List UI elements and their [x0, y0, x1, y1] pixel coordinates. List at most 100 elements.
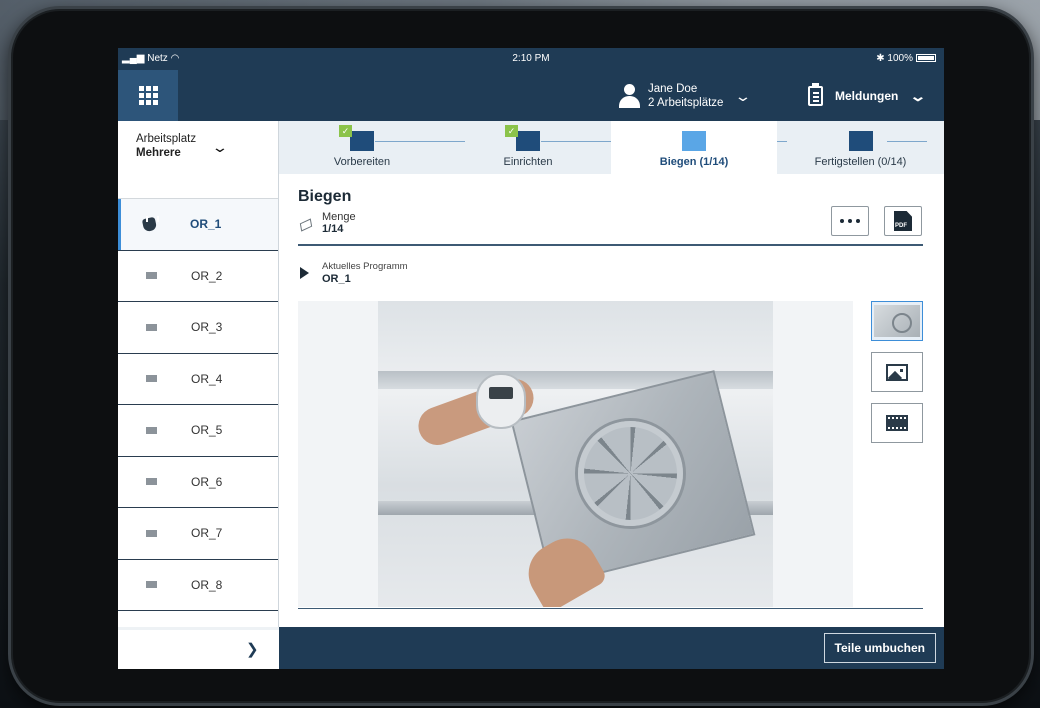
bending-part-photo [378, 301, 773, 607]
dot-icon [856, 219, 860, 223]
status-square-icon [146, 426, 157, 434]
sidebar: Arbeitsplatz Mehrere ⌄ OR_1 OR_2 OR_3 OR… [118, 121, 279, 669]
check-icon: ✓ [505, 125, 518, 137]
step-fertigstellen[interactable]: Fertigstellen (0/14) [777, 121, 944, 174]
media-thumbnails [871, 301, 923, 454]
user-info: Jane Doe 2 Arbeitsplätze [648, 82, 723, 110]
app-menu-button[interactable] [118, 70, 178, 121]
sidebar-item-or-1[interactable]: OR_1 [118, 199, 278, 251]
sidebar-item-or-8[interactable]: OR_8 [118, 560, 278, 611]
sidebar-item-or-3[interactable]: OR_3 [118, 302, 278, 354]
sidebar-item-or-2[interactable]: OR_2 [118, 251, 278, 302]
dot-icon [840, 219, 844, 223]
step-vorbereiten[interactable]: ✓ Vorbereiten [279, 121, 445, 174]
photo-thumbnail-icon [874, 305, 920, 337]
battery-icon [916, 54, 936, 62]
battery-text: 100% [887, 53, 913, 64]
sidebar-item-or-5[interactable]: OR_5 [118, 405, 278, 457]
page-title: Biegen [298, 188, 352, 205]
bottom-action-bar: Teile umbuchen [279, 627, 944, 669]
quantity-label: Menge [322, 211, 356, 223]
step-box [682, 131, 706, 151]
chevron-down-icon: ⌄ [909, 87, 927, 104]
battery-status: ✱ 100% [876, 53, 936, 64]
sidebar-item-label: OR_5 [191, 423, 223, 438]
sidebar-item-label: OR_2 [191, 268, 223, 283]
thumbnail-image[interactable] [871, 352, 923, 392]
program-value: OR_1 [322, 273, 351, 285]
grid-icon [138, 86, 158, 105]
quantity-value: 1/14 [322, 223, 344, 235]
quantity-text: Menge 1/14 [322, 211, 356, 235]
divider [298, 608, 923, 609]
thumbnail-photo[interactable] [871, 301, 923, 341]
workplace-selector[interactable]: Arbeitsplatz Mehrere ⌄ [118, 121, 278, 199]
more-options-button[interactable] [831, 206, 869, 236]
step-box [350, 131, 374, 151]
thumbnail-video[interactable] [871, 403, 923, 443]
step-box [516, 131, 540, 151]
step-biegen[interactable]: Biegen (1/14) [611, 121, 777, 174]
step-label: Vorbereiten [333, 156, 391, 168]
pdf-icon: PDF [894, 211, 912, 231]
program-text: Aktuelles Programm OR_1 [322, 261, 408, 285]
current-program: Aktuelles Programm OR_1 [300, 261, 408, 285]
sidebar-item-label: OR_1 [190, 217, 222, 232]
chevron-right-icon[interactable]: ❯ [246, 640, 259, 658]
app-screen: ▂▄▆ Netz ◠ 2:10 PM ✱ 100% Jane Doe 2 Arb… [118, 48, 944, 669]
divider [298, 244, 923, 246]
quantity-info: Menge 1/14 [299, 211, 356, 235]
sidebar-item-or-4[interactable]: OR_4 [118, 354, 278, 405]
messages-menu[interactable]: Meldungen ⌄ [808, 79, 927, 113]
workplace-value: Mehrere [136, 147, 181, 159]
status-square-icon [146, 478, 157, 486]
dot-icon [848, 219, 852, 223]
user-menu[interactable]: Jane Doe 2 Arbeitsplätze ⌄ [618, 79, 752, 113]
media-viewer [298, 301, 853, 607]
step-label: Fertigstellen (0/14) [814, 156, 907, 168]
angle-gauge-shape [476, 373, 526, 429]
status-square-icon [146, 581, 157, 589]
sidebar-item-label: OR_4 [191, 371, 223, 386]
sheet-stack-icon [299, 218, 313, 232]
sidebar-item-label: OR_8 [191, 577, 223, 592]
workplace-label: Arbeitsplatz [136, 133, 197, 145]
chevron-down-icon: ⌄ [211, 139, 229, 155]
process-steps: ✓ Vorbereiten ✓ Einrichten Biegen (1/14)… [279, 121, 944, 174]
status-square-icon [146, 323, 157, 331]
check-icon: ✓ [339, 125, 352, 137]
clock: 2:10 PM [512, 53, 550, 64]
film-icon [886, 415, 908, 431]
step-einrichten[interactable]: ✓ Einrichten [445, 121, 611, 174]
fan-wheel-shape [578, 421, 683, 526]
sidebar-item-label: OR_7 [191, 526, 223, 541]
step-box [849, 131, 873, 151]
sidebar-item-label: OR_3 [191, 320, 223, 335]
step-label: Biegen (1/14) [659, 156, 729, 168]
hand-icon [142, 216, 159, 232]
pdf-button[interactable]: PDF [884, 206, 922, 236]
image-icon [886, 363, 908, 381]
user-workplaces: 2 Arbeitsplätze [648, 97, 724, 109]
sidebar-item-or-7[interactable]: OR_7 [118, 508, 278, 560]
status-square-icon [146, 375, 157, 383]
play-icon[interactable] [300, 267, 309, 279]
sidebar-item-label: OR_6 [191, 474, 223, 489]
user-name: Jane Doe [648, 83, 698, 95]
status-square-icon [146, 272, 157, 280]
program-label: Aktuelles Programm [322, 261, 408, 272]
status-square-icon [146, 529, 157, 537]
top-navigation: Jane Doe 2 Arbeitsplätze ⌄ Meldungen ⌄ [118, 70, 944, 121]
sidebar-footer: ❯ [118, 627, 279, 669]
status-bar: ▂▄▆ Netz ◠ 2:10 PM ✱ 100% [118, 48, 944, 70]
order-list: OR_1 OR_2 OR_3 OR_4 OR_5 OR_6 OR_7 OR_8 [118, 199, 278, 611]
sidebar-item-or-6[interactable]: OR_6 [118, 457, 278, 508]
rebook-parts-button[interactable]: Teile umbuchen [823, 633, 936, 663]
chevron-down-icon: ⌄ [734, 87, 753, 104]
step-label: Einrichten [503, 156, 553, 168]
pdf-icon-label: PDF [895, 223, 907, 229]
clipboard-icon [808, 83, 823, 106]
user-icon [618, 83, 640, 109]
messages-label: Meldungen [835, 89, 899, 103]
main-content: Biegen Menge 1/14 PDF Aktuelles Programm… [279, 174, 944, 627]
